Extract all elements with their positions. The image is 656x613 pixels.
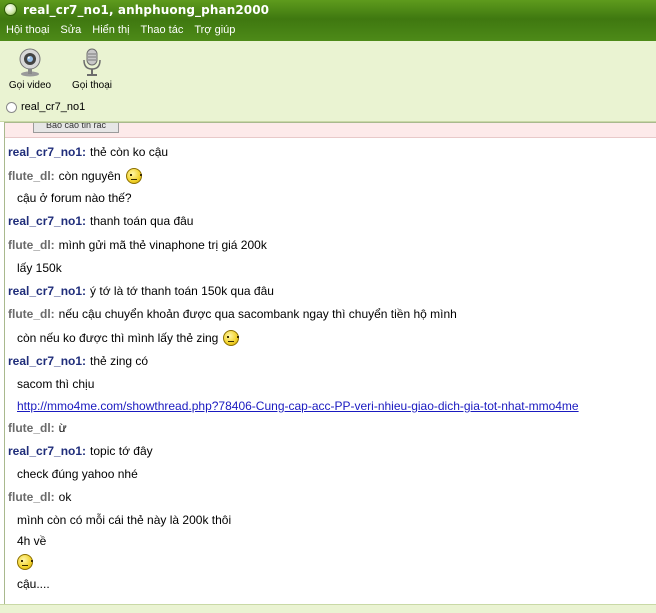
- message-text: thẻ còn ko cậu: [90, 145, 169, 159]
- sender-nick[interactable]: flute_dl:: [8, 307, 55, 321]
- voice-call-label: Gọi thoại: [71, 80, 113, 91]
- title-bar: real_cr7_no1, anhphuong_phan2000: [0, 0, 656, 19]
- message-text: thẻ zing có: [90, 354, 149, 368]
- spam-notice-bar: Báo cáo tin rác: [5, 123, 656, 138]
- message-text: ok: [58, 490, 72, 504]
- message-line: http://mmo4me.com/showthread.php?78406-C…: [17, 399, 579, 413]
- message-line: flute_dl: ok: [8, 490, 71, 504]
- toolbar: Gọi video Gọi thoại real_cr7_no1: [0, 41, 656, 122]
- message-line: [17, 554, 33, 570]
- message-text: mình còn có mỗi cái thẻ này là 200k thôi: [17, 513, 232, 527]
- menu-help[interactable]: Trợ giúp: [188, 24, 240, 36]
- message-text: còn nếu ko được thì mình lấy thẻ zing: [17, 331, 219, 345]
- sender-nick[interactable]: real_cr7_no1:: [8, 214, 86, 228]
- sender-nick[interactable]: flute_dl:: [8, 490, 55, 504]
- message-text: ừ: [58, 421, 67, 435]
- sad-face-icon: [223, 330, 240, 346]
- message-line: check đúng yahoo nhé: [17, 467, 138, 481]
- message-line: real_cr7_no1: topic tớ đây: [8, 444, 153, 458]
- video-call-button[interactable]: Gọi video: [4, 47, 56, 91]
- message-text: cậu....: [17, 577, 50, 591]
- message-line: mình còn có mỗi cái thẻ này là 200k thôi: [17, 513, 231, 527]
- message-line: flute_dl: ừ: [8, 421, 67, 435]
- message-text: check đúng yahoo nhé: [17, 467, 138, 481]
- message-line: còn nếu ko được thì mình lấy thẻ zing: [17, 330, 240, 346]
- report-spam-button[interactable]: Báo cáo tin rác: [33, 123, 119, 133]
- menu-bar: Hội thoại Sửa Hiển thị Thao tác Trợ giúp: [0, 19, 656, 41]
- message-text: 4h về: [17, 534, 47, 548]
- message-line: real_cr7_no1: thẻ zing có: [8, 354, 148, 368]
- message-line: cậu....: [17, 577, 50, 591]
- message-text: mình gửi mã thẻ vinaphone trị giá 200k: [58, 238, 267, 252]
- message-line: 4h về: [17, 534, 46, 548]
- sender-nick[interactable]: flute_dl:: [8, 421, 55, 435]
- conversation-pane[interactable]: Báo cáo tin rác real_cr7_no1: thẻ còn ko…: [4, 122, 656, 605]
- sad-face-icon: [17, 554, 33, 570]
- menu-actions[interactable]: Thao tác: [135, 24, 189, 36]
- sender-nick[interactable]: flute_dl:: [8, 238, 55, 252]
- message-line: sacom thì chịu: [17, 377, 94, 391]
- message-line: flute_dl: mình gửi mã thẻ vinaphone trị …: [8, 238, 267, 252]
- sender-nick[interactable]: real_cr7_no1:: [8, 444, 86, 458]
- app-icon: [4, 3, 17, 16]
- menu-edit[interactable]: Sửa: [54, 24, 86, 36]
- message-line: real_cr7_no1: ý tớ là tớ thanh toán 150k…: [8, 284, 274, 298]
- sender-nick[interactable]: real_cr7_no1:: [8, 284, 86, 298]
- message-line: cậu ở forum nào thế?: [17, 191, 132, 205]
- message-text: còn nguyên: [58, 169, 121, 183]
- message-line: lấy 150k: [17, 261, 62, 275]
- menu-view[interactable]: Hiển thị: [86, 24, 134, 36]
- message-line: real_cr7_no1: thanh toán qua đâu: [8, 214, 193, 228]
- video-call-label: Gọi video: [8, 80, 52, 91]
- message-text: ý tớ là tớ thanh toán 150k qua đâu: [90, 284, 274, 298]
- contact-selector[interactable]: real_cr7_no1: [6, 101, 85, 113]
- message-text: nếu cậu chuyển khoản được qua sacombank …: [58, 307, 457, 321]
- message-line: flute_dl: còn nguyên: [8, 168, 142, 184]
- voice-call-button[interactable]: Gọi thoại: [66, 47, 118, 91]
- message-line: flute_dl: nếu cậu chuyển khoản được qua …: [8, 307, 457, 321]
- window-title: real_cr7_no1, anhphuong_phan2000: [23, 2, 270, 17]
- sender-nick[interactable]: flute_dl:: [8, 169, 55, 183]
- sender-nick[interactable]: real_cr7_no1:: [8, 145, 86, 159]
- webcam-icon: [19, 48, 41, 77]
- contact-name: real_cr7_no1: [21, 101, 86, 113]
- message-text: lấy 150k: [17, 261, 62, 275]
- menu-conversation[interactable]: Hội thoại: [0, 24, 54, 36]
- sender-nick[interactable]: real_cr7_no1:: [8, 354, 86, 368]
- sad-face-icon: [125, 168, 142, 184]
- thread-link[interactable]: http://mmo4me.com/showthread.php?78406-C…: [17, 399, 579, 413]
- message-text: topic tớ đây: [90, 444, 153, 458]
- contact-radio[interactable]: [6, 101, 17, 113]
- microphone-icon: [83, 48, 101, 76]
- message-text: thanh toán qua đâu: [90, 214, 194, 228]
- message-text: sacom thì chịu: [17, 377, 95, 391]
- message-text: cậu ở forum nào thế?: [17, 191, 132, 205]
- message-line: real_cr7_no1: thẻ còn ko cậu: [8, 145, 168, 159]
